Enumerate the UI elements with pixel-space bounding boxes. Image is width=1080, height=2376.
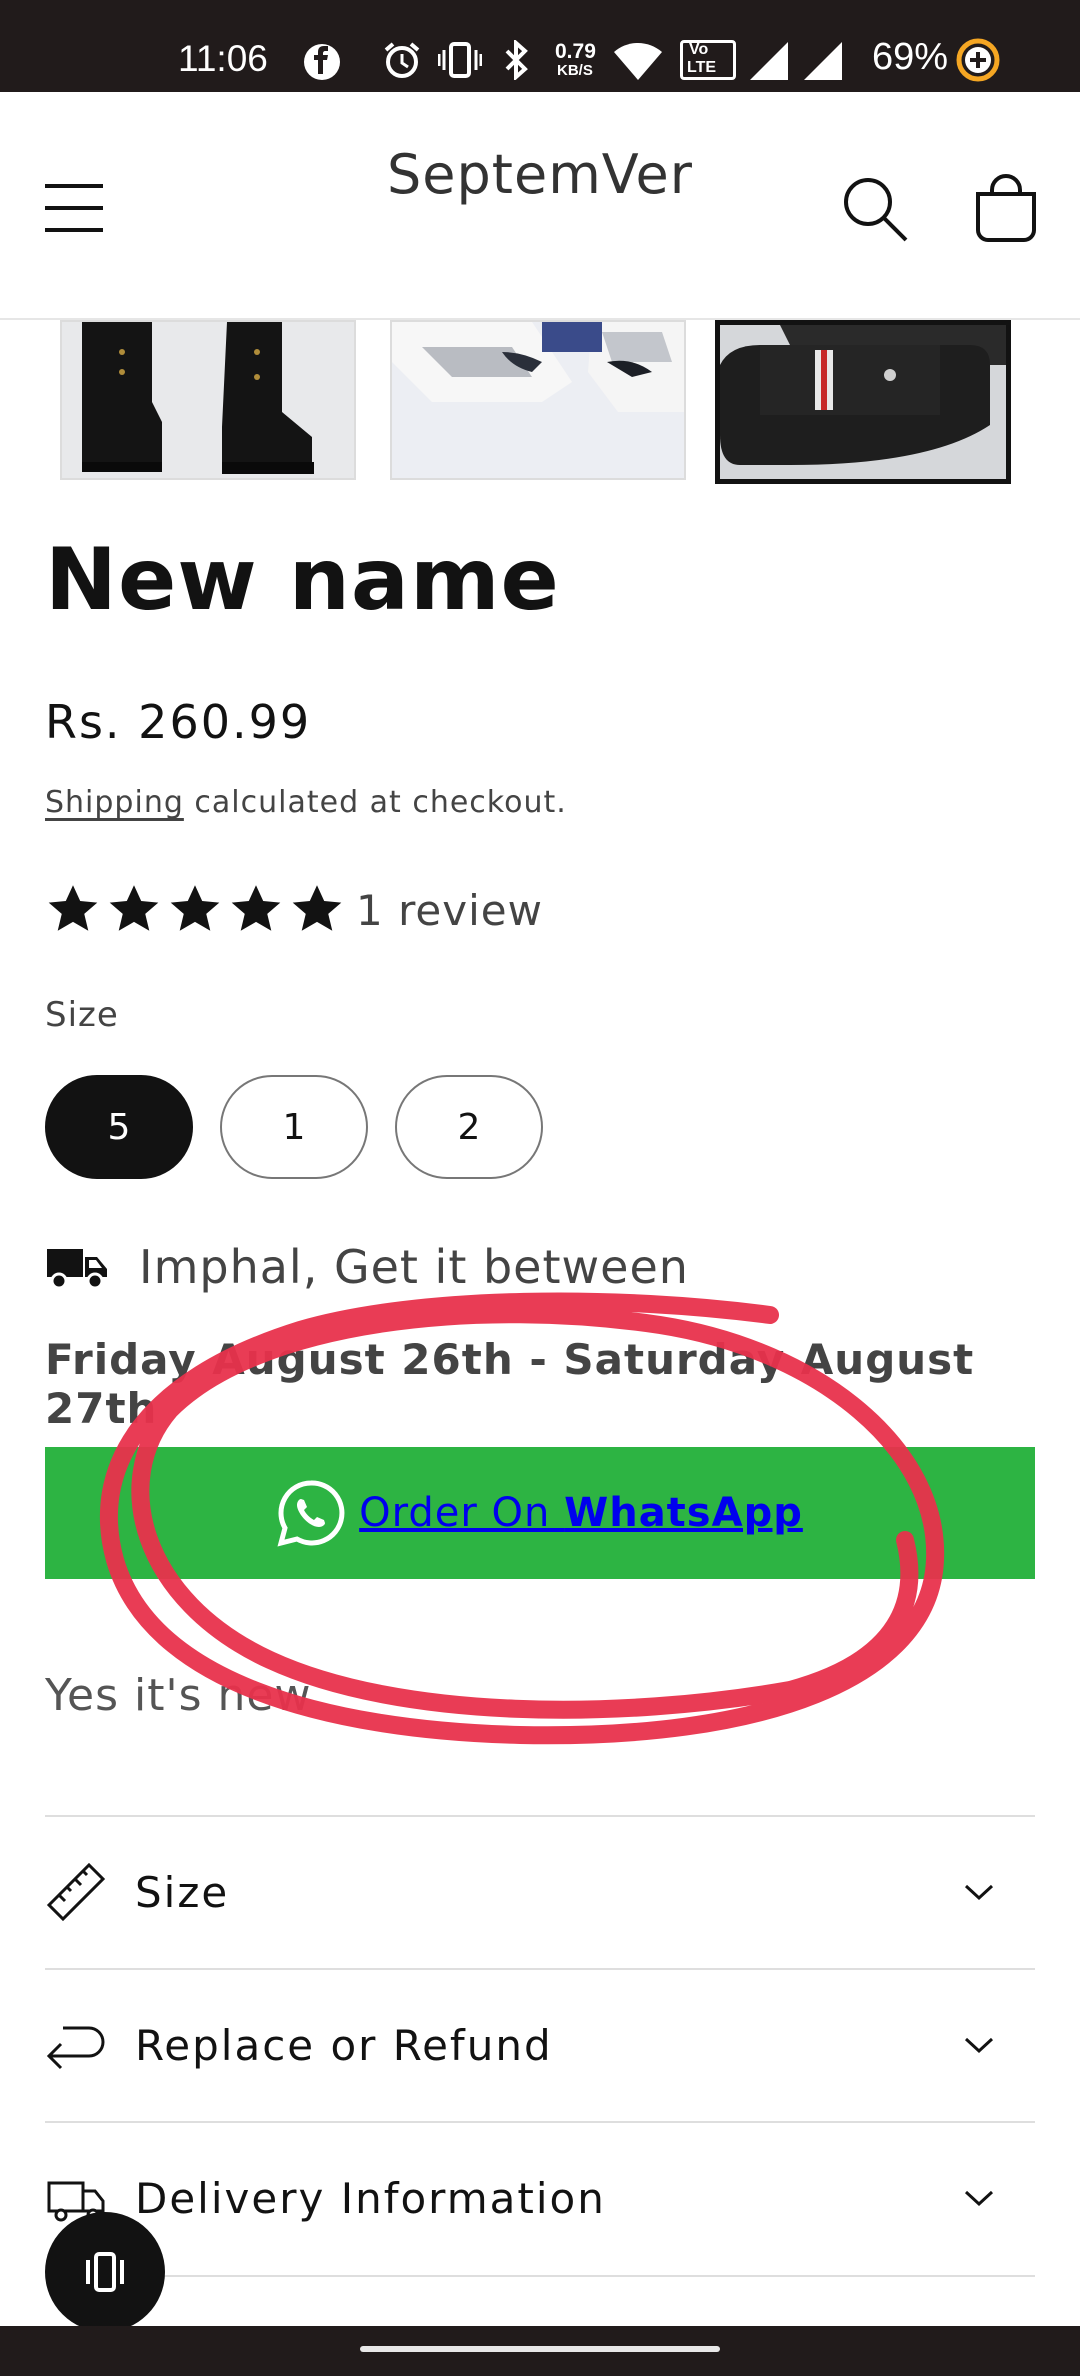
accordion-label: Delivery Information <box>135 2173 606 2223</box>
accordion-replace-or-refund[interactable]: Replace or Refund <box>45 1968 1035 2120</box>
shopping-bag-icon[interactable] <box>972 172 1040 244</box>
ruler-icon <box>46 1862 106 1922</box>
size-option-1[interactable]: 1 <box>220 1075 368 1179</box>
return-arrow-icon <box>46 2026 105 2070</box>
menu-button[interactable] <box>45 180 103 236</box>
search-icon[interactable] <box>840 174 910 244</box>
shipping-note: Shipping calculated at checkout. <box>45 785 567 820</box>
star-icon <box>292 885 342 931</box>
store-logo[interactable]: SeptemVer <box>380 144 700 206</box>
alarm-icon <box>384 42 420 78</box>
accordion-delivery-information[interactable]: Delivery Information <box>45 2121 1035 2273</box>
thumbnail-slides[interactable] <box>715 320 1011 484</box>
size-option-5[interactable]: 5 <box>45 1075 193 1179</box>
order-on-whatsapp-button[interactable]: Order On WhatsApp <box>45 1447 1035 1579</box>
site-header: SeptemVer <box>0 92 1080 320</box>
volte-icon: Vo LTE <box>680 40 736 80</box>
battery-percent: 69% <box>872 36 949 78</box>
delivery-location-text: Imphal, Get it between <box>139 1240 689 1294</box>
accordion-label: Size <box>135 1867 230 1917</box>
accordion-size[interactable]: Size <box>45 1815 1035 1967</box>
vibrate-icon <box>438 42 482 78</box>
app-notification-icon <box>304 44 340 80</box>
shipping-link[interactable]: Shipping <box>45 785 184 820</box>
accordion-divider <box>45 2275 1035 2277</box>
thumbnail-sneakers[interactable] <box>390 320 686 480</box>
product-gallery-thumbnails <box>0 320 1080 484</box>
bluetooth-icon <box>505 40 528 80</box>
system-navigation-bar <box>0 2326 1080 2376</box>
signal-strength-2-icon <box>804 42 842 80</box>
star-icon <box>48 885 98 931</box>
star-icon <box>231 885 281 931</box>
battery-saver-icon <box>956 38 1000 82</box>
chevron-down-icon <box>964 2190 994 2207</box>
net-speed-unit: KB/S <box>557 62 593 79</box>
signal-strength-icon <box>750 42 788 80</box>
hamburger-menu-icon <box>45 184 103 188</box>
star-icon <box>170 885 220 931</box>
accordion-label: Replace or Refund <box>135 2020 553 2070</box>
delivery-dates: Friday August 26th - Saturday August 27t… <box>45 1335 975 1433</box>
status-time: 11:06 <box>178 38 268 79</box>
floating-action-button[interactable] <box>45 2212 165 2332</box>
whatsapp-icon <box>277 1480 345 1547</box>
whatsapp-button-label: Order On WhatsApp <box>359 1490 803 1536</box>
product-description: Yes it's new <box>45 1670 312 1721</box>
wifi-icon <box>614 43 662 80</box>
size-picker-label: Size <box>45 995 119 1035</box>
chevron-down-icon <box>964 1884 994 1901</box>
delivery-estimate: Imphal, Get it between <box>45 1240 689 1294</box>
star-icon <box>109 885 159 931</box>
net-speed-value: 0.79 <box>555 40 596 63</box>
product-title: New name <box>45 530 560 630</box>
delivery-truck-icon <box>47 1249 107 1289</box>
review-count[interactable]: 1 review <box>356 886 543 935</box>
size-option-2[interactable]: 2 <box>395 1075 543 1179</box>
product-price: Rs. 260.99 <box>45 695 312 749</box>
thumbnail-boots[interactable] <box>60 320 356 480</box>
product-rating[interactable]: 1 review <box>45 880 543 940</box>
chevron-down-icon <box>964 2037 994 2054</box>
shipping-text: calculated at checkout. <box>183 785 567 820</box>
device-vibrate-icon <box>86 2252 124 2292</box>
status-bar: 11:06 0.79 KB/S Vo LTE 69% <box>0 0 1080 92</box>
home-gesture-handle[interactable] <box>360 2346 720 2352</box>
